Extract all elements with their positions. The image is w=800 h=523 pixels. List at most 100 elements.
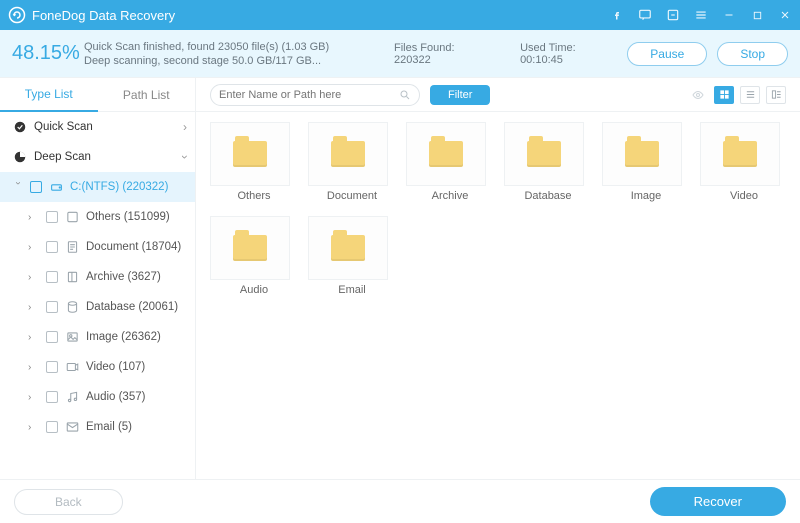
- tree-deep-scan[interactable]: Deep Scan ›: [0, 142, 195, 172]
- content: Filter Others Document Archive Database Imag…: [196, 78, 800, 479]
- minimize-icon[interactable]: [722, 8, 736, 22]
- back-button[interactable]: Back: [14, 489, 123, 515]
- recover-button[interactable]: Recover: [650, 487, 786, 516]
- folder-thumb: [308, 122, 388, 186]
- tree-item-label: Others (151099): [86, 211, 187, 223]
- checkbox[interactable]: [46, 391, 58, 403]
- chevron-right-icon: ›: [28, 212, 40, 223]
- folder-card[interactable]: Email: [308, 216, 388, 296]
- close-icon[interactable]: [778, 8, 792, 22]
- checkbox[interactable]: [30, 181, 42, 193]
- folder-label: Document: [316, 190, 388, 202]
- tree-item[interactable]: ›Database (20061): [0, 292, 195, 322]
- tree-item-label: Audio (357): [86, 391, 187, 403]
- tab-path-list[interactable]: Path List: [98, 78, 196, 112]
- type-icon: [64, 300, 80, 314]
- folder-icon: [233, 141, 267, 167]
- folder-thumb: [700, 122, 780, 186]
- sidebar: Type List Path List Quick Scan › Deep Sc…: [0, 78, 196, 479]
- preview-icon[interactable]: [688, 89, 708, 101]
- check-circle-icon: [12, 120, 28, 134]
- tree-item[interactable]: ›Archive (3627): [0, 262, 195, 292]
- files-found: Files Found: 220322: [394, 42, 490, 66]
- view-grid-button[interactable]: [714, 86, 734, 104]
- folder-card[interactable]: Audio: [210, 216, 290, 296]
- filter-button[interactable]: Filter: [430, 85, 490, 105]
- checkbox[interactable]: [46, 211, 58, 223]
- chevron-right-icon: ›: [28, 272, 40, 283]
- type-icon: [64, 270, 80, 284]
- feedback-icon[interactable]: [638, 8, 652, 22]
- folder-card[interactable]: Database: [504, 122, 584, 202]
- folder-thumb: [504, 122, 584, 186]
- checkbox[interactable]: [46, 301, 58, 313]
- tree-item[interactable]: ›Email (5): [0, 412, 195, 442]
- checkbox[interactable]: [46, 331, 58, 343]
- folder-icon: [331, 141, 365, 167]
- facebook-icon[interactable]: [610, 8, 624, 22]
- view-list-button[interactable]: [740, 86, 760, 104]
- app-logo: FoneDog Data Recovery: [8, 6, 175, 24]
- scan-percent: 48.15%: [12, 42, 74, 65]
- type-icon: [64, 240, 80, 254]
- tree-item-label: Email (5): [86, 421, 187, 433]
- folder-label: Database: [512, 190, 584, 202]
- tree-item-label: Image (26362): [86, 331, 187, 343]
- chevron-right-icon: ›: [28, 392, 40, 403]
- chevron-right-icon: ›: [28, 302, 40, 313]
- folder-thumb: [602, 122, 682, 186]
- checkbox[interactable]: [46, 241, 58, 253]
- tree-item[interactable]: › Others (151099): [0, 202, 195, 232]
- folder-icon: [331, 235, 365, 261]
- chevron-right-icon: ›: [28, 332, 40, 343]
- search-input[interactable]: [219, 89, 393, 101]
- folder-label: Video: [708, 190, 780, 202]
- chevron-down-icon: ›: [178, 155, 192, 159]
- footer: Back Recover: [0, 479, 800, 523]
- tree-item[interactable]: ›Video (107): [0, 352, 195, 382]
- tree-drive[interactable]: › C:(NTFS) (220322): [0, 172, 195, 202]
- folder-card[interactable]: Others: [210, 122, 290, 202]
- pause-button[interactable]: Pause: [627, 42, 707, 66]
- folder-label: Image: [610, 190, 682, 202]
- tab-type-list[interactable]: Type List: [0, 78, 98, 112]
- folder-card[interactable]: Image: [602, 122, 682, 202]
- used-time: Used Time: 00:10:45: [520, 42, 617, 66]
- folder-label: Email: [316, 284, 388, 296]
- tree: Quick Scan › Deep Scan › › C:(NTFS) (220…: [0, 112, 195, 479]
- title-bar: FoneDog Data Recovery: [0, 0, 800, 30]
- folder-thumb: [210, 216, 290, 280]
- type-icon: [64, 210, 80, 224]
- menu-icon[interactable]: [694, 8, 708, 22]
- chevron-right-icon: ›: [28, 242, 40, 253]
- folder-icon: [625, 141, 659, 167]
- folder-icon: [429, 141, 463, 167]
- checkbox[interactable]: [46, 271, 58, 283]
- folder-thumb: [308, 216, 388, 280]
- folder-label: Audio: [218, 284, 290, 296]
- folder-grid: Others Document Archive Database Image Video A…: [196, 112, 800, 479]
- progress-circle-icon: [12, 150, 28, 164]
- view-detail-button[interactable]: [766, 86, 786, 104]
- tree-item[interactable]: › Audio (357): [0, 382, 195, 412]
- stop-button[interactable]: Stop: [717, 42, 788, 66]
- register-icon[interactable]: [666, 8, 680, 22]
- type-icon: [64, 420, 80, 434]
- tree-item[interactable]: › Image (26362): [0, 322, 195, 352]
- folder-label: Archive: [414, 190, 486, 202]
- checkbox[interactable]: [46, 421, 58, 433]
- folder-card[interactable]: Video: [700, 122, 780, 202]
- tree-quick-scan[interactable]: Quick Scan ›: [0, 112, 195, 142]
- type-icon: [64, 390, 80, 404]
- folder-card[interactable]: Archive: [406, 122, 486, 202]
- search-box[interactable]: [210, 84, 420, 106]
- search-icon: [399, 89, 411, 101]
- checkbox[interactable]: [46, 361, 58, 373]
- chevron-down-icon: ›: [13, 181, 24, 193]
- tree-item[interactable]: ›Document (18704): [0, 232, 195, 262]
- folder-thumb: [210, 122, 290, 186]
- chevron-right-icon: ›: [183, 120, 187, 134]
- folder-icon: [233, 235, 267, 261]
- folder-card[interactable]: Document: [308, 122, 388, 202]
- maximize-icon[interactable]: [750, 8, 764, 22]
